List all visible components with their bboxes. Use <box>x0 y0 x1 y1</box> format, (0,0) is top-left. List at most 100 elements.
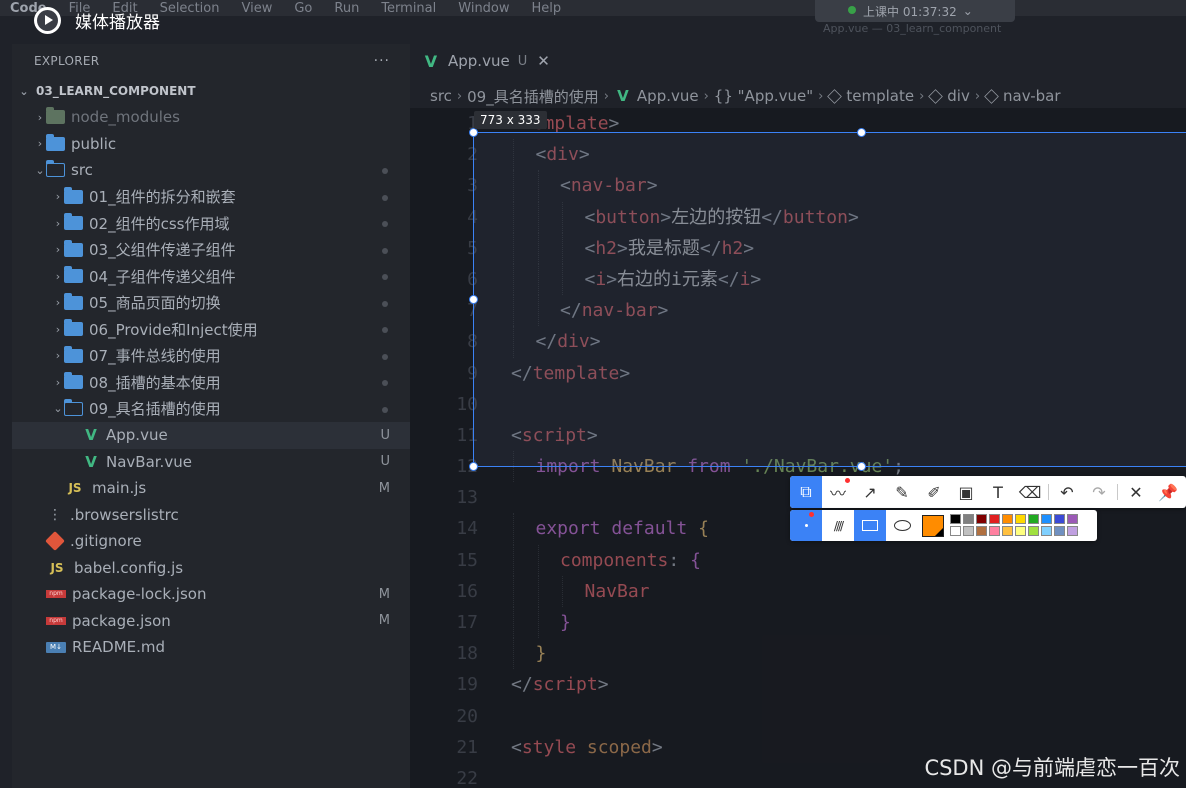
dot-size-icon[interactable] <box>790 510 822 541</box>
folder-item[interactable]: › 06_Provide和Inject使用 <box>12 316 410 343</box>
resize-handle[interactable] <box>469 295 478 304</box>
undo-icon[interactable]: ↶ <box>1051 476 1083 508</box>
close-tab-icon[interactable]: ✕ <box>537 52 550 70</box>
code-text: } <box>536 638 547 669</box>
tab-app-vue[interactable]: V App.vue U ✕ <box>410 44 558 78</box>
folder-item[interactable]: › node_modules <box>12 104 410 131</box>
breadcrumb-item[interactable]: div <box>947 87 970 105</box>
folder-item[interactable]: › 02_组件的css作用域 <box>12 210 410 237</box>
color-swatch[interactable] <box>1054 526 1065 536</box>
chevron-down-icon: ⌄ <box>53 402 63 416</box>
menu-item[interactable]: Selection <box>160 1 220 16</box>
resize-handle[interactable] <box>469 128 478 137</box>
folder-icon <box>64 266 83 284</box>
color-swatch[interactable] <box>1028 526 1039 536</box>
file-item[interactable]: ⋮ .browserslistrc <box>12 502 410 529</box>
folder-item[interactable]: › public <box>12 131 410 158</box>
mosaic-icon[interactable]: ▣ <box>950 476 982 508</box>
color-swatch[interactable] <box>950 514 961 524</box>
breadcrumb-item[interactable]: src <box>430 87 452 105</box>
editor-tab-bar: V App.vue U ✕ <box>410 44 1186 78</box>
folder-item[interactable]: ⌄ src <box>12 157 410 184</box>
arrow-icon[interactable]: ↗ <box>854 476 886 508</box>
resize-handle[interactable] <box>469 462 478 471</box>
close-icon[interactable]: ✕ <box>1120 476 1152 508</box>
menu-item[interactable]: Window <box>458 1 509 16</box>
symbol-icon <box>984 88 999 104</box>
node-modules-folder-icon <box>46 107 65 125</box>
media-player-title: 媒体播放器 <box>34 6 160 34</box>
folder-item[interactable]: ⌄ 09_具名插槽的使用 <box>12 396 410 423</box>
color-swatch[interactable] <box>1015 514 1026 524</box>
modified-dot-icon <box>382 380 388 386</box>
color-swatch[interactable] <box>976 514 987 524</box>
marker-icon[interactable]: ✐ <box>918 476 950 508</box>
project-root[interactable]: ⌄ 03_LEARN_COMPONENT <box>12 78 410 104</box>
breadcrumb-item[interactable]: 09_具名插槽的使用 <box>467 86 599 107</box>
color-swatch[interactable] <box>1002 514 1013 524</box>
code-text: NavBar <box>585 576 650 607</box>
eraser-icon[interactable]: ⌫ <box>1014 476 1046 508</box>
menu-item[interactable]: Run <box>334 1 359 16</box>
file-item[interactable]: .gitignore <box>12 528 410 555</box>
color-palette <box>950 514 1079 537</box>
color-swatch[interactable] <box>989 526 1000 536</box>
breadcrumb-item[interactable]: {} "App.vue" <box>714 87 813 105</box>
ellipse-icon[interactable] <box>886 510 918 541</box>
folder-item[interactable]: › 04_子组件传递父组件 <box>12 263 410 290</box>
file-item[interactable]: JS babel.config.js <box>12 555 410 582</box>
hatch-fill-icon[interactable]: //// <box>822 510 854 541</box>
color-swatch[interactable] <box>950 526 961 536</box>
pencil-icon[interactable]: ✎ <box>886 476 918 508</box>
polyline-icon[interactable]: 〰 <box>822 476 854 508</box>
select-region-icon[interactable]: ⧉ <box>790 476 822 508</box>
color-swatch[interactable] <box>1054 514 1065 524</box>
more-actions-icon[interactable]: ··· <box>374 53 390 69</box>
folder-item[interactable]: › 01_组件的拆分和嵌套 <box>12 184 410 211</box>
chevron-down-icon: ⌄ <box>962 4 973 18</box>
menu-item[interactable]: View <box>241 1 272 16</box>
folder-item[interactable]: › 05_商品页面的切换 <box>12 290 410 317</box>
menu-item[interactable]: Terminal <box>381 1 436 16</box>
current-color-swatch[interactable] <box>922 514 944 537</box>
file-item[interactable]: V NavBar.vue U <box>12 449 410 476</box>
folder-item[interactable]: › 07_事件总线的使用 <box>12 343 410 370</box>
folder-item[interactable]: › 08_插槽的基本使用 <box>12 369 410 396</box>
file-item[interactable]: M↓ README.md <box>12 634 410 661</box>
pin-icon[interactable]: 📌 <box>1152 476 1184 508</box>
folder-icon <box>64 372 83 390</box>
color-swatch[interactable] <box>1002 526 1013 536</box>
color-swatch[interactable] <box>989 514 1000 524</box>
color-swatch[interactable] <box>1041 514 1052 524</box>
breadcrumb-item[interactable]: App.vue <box>637 87 699 105</box>
color-swatch[interactable] <box>1067 526 1078 536</box>
color-swatch[interactable] <box>1041 526 1052 536</box>
resize-handle[interactable] <box>857 128 866 137</box>
text-icon[interactable]: T <box>982 476 1014 508</box>
color-swatch[interactable] <box>1067 514 1078 524</box>
menu-item[interactable]: Help <box>532 1 562 16</box>
folder-open-icon <box>63 398 83 416</box>
file-item[interactable]: V App.vue U <box>12 422 410 449</box>
file-item[interactable]: npm package-lock.json M <box>12 581 410 608</box>
tree-item-label: 06_Provide和Inject使用 <box>89 320 258 339</box>
breadcrumb-item[interactable]: template <box>846 87 914 105</box>
color-swatch[interactable] <box>963 526 974 536</box>
file-item[interactable]: JS main.js M <box>12 475 410 502</box>
breadcrumb-item[interactable]: nav-bar <box>1003 87 1060 105</box>
folder-item[interactable]: › 03_父组件传递子组件 <box>12 237 410 264</box>
resize-handle[interactable] <box>857 462 866 471</box>
menu-item[interactable]: Go <box>294 1 312 16</box>
color-swatch[interactable] <box>976 526 987 536</box>
modified-dot-icon <box>382 221 388 227</box>
color-swatch[interactable] <box>1028 514 1039 524</box>
recording-status[interactable]: 上课中 01:37:32 ⌄ <box>815 0 1015 22</box>
file-item[interactable]: npm package.json M <box>12 608 410 635</box>
color-swatch[interactable] <box>1015 526 1026 536</box>
rectangle-icon[interactable] <box>854 510 886 541</box>
indent-guide <box>513 575 514 607</box>
screenshot-selection[interactable] <box>469 128 1186 471</box>
redo-icon[interactable]: ↷ <box>1083 476 1115 508</box>
play-icon[interactable] <box>34 6 61 34</box>
color-swatch[interactable] <box>963 514 974 524</box>
